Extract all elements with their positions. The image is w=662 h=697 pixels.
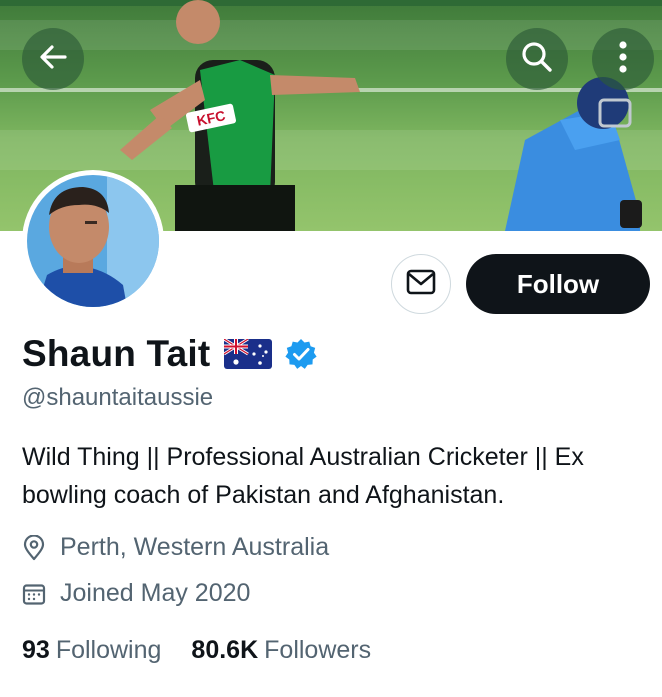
followers-count: 80.6K xyxy=(191,636,259,664)
back-button[interactable] xyxy=(22,28,84,90)
display-name: Shaun Tait xyxy=(22,333,211,374)
more-vertical-icon xyxy=(618,40,628,79)
profile-avatar[interactable] xyxy=(22,170,164,312)
mail-icon xyxy=(406,269,436,300)
batter-glove xyxy=(620,200,642,228)
followers-label: Followers xyxy=(264,636,372,664)
following-label: Following xyxy=(55,636,162,664)
followers-link[interactable]: 80.6K Followers xyxy=(191,636,371,665)
bowler-head xyxy=(176,0,220,44)
location-text: Perth, Western Australia xyxy=(60,533,330,561)
follow-stats: 93 Following 80.6K Followers xyxy=(22,636,371,665)
australia-flag-icon xyxy=(224,339,273,369)
follow-button[interactable]: Follow xyxy=(466,254,650,314)
verified-badge-icon[interactable] xyxy=(285,338,317,370)
following-link[interactable]: 93 Following xyxy=(22,636,161,665)
location-pin-icon xyxy=(22,534,48,561)
search-icon xyxy=(520,40,554,79)
following-count: 93 xyxy=(22,636,50,664)
more-options-button[interactable] xyxy=(592,28,654,90)
search-button[interactable] xyxy=(506,28,568,90)
message-button[interactable] xyxy=(391,254,451,314)
profile-join-date: Joined May 2020 xyxy=(22,579,250,608)
bowler-shorts xyxy=(175,185,295,231)
profile-location: Perth, Western Australia xyxy=(22,533,329,562)
bowler-forearm xyxy=(120,115,172,160)
calendar-icon xyxy=(22,582,48,606)
profile-name-row: Shaun Tait xyxy=(22,330,317,378)
bowler-right-arm xyxy=(270,75,360,95)
profile-bio: Wild Thing || Professional Australian Cr… xyxy=(22,443,584,509)
profile-handle: @shauntaitaussie xyxy=(22,384,214,411)
avatar-photo xyxy=(27,175,159,307)
join-date-text: Joined May 2020 xyxy=(60,579,251,607)
back-arrow-icon xyxy=(37,41,69,78)
